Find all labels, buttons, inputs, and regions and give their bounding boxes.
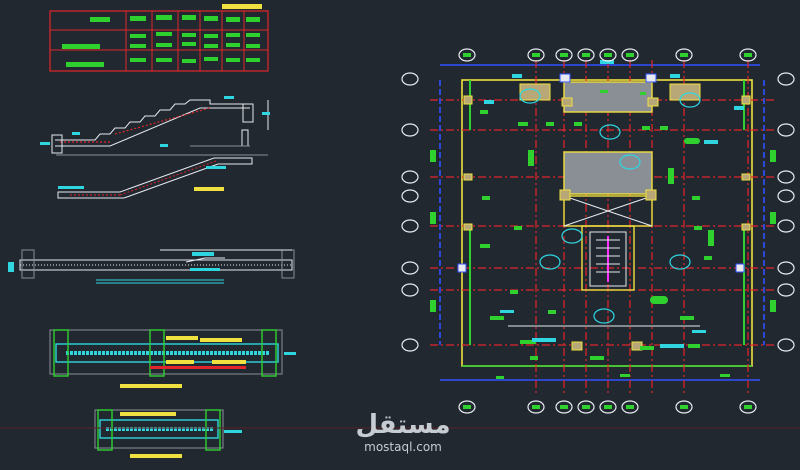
grid-bubbles-right	[777, 72, 795, 352]
grid-bubble-icon	[777, 72, 795, 86]
beam-elevation-detail	[8, 249, 295, 284]
grid-bubble-icon	[401, 123, 419, 137]
grid-bubble-icon	[401, 72, 419, 86]
cad-drawing-canvas[interactable]	[0, 0, 800, 470]
grid-bubble-icon	[401, 283, 419, 297]
grid-bubble-icon	[401, 170, 419, 184]
grid-bubble-icon	[401, 338, 419, 352]
stair-slab-detail	[57, 145, 253, 199]
grid-bubble-icon	[777, 338, 795, 352]
floor-plan	[430, 60, 776, 395]
watermark-latin: mostaql.com	[364, 440, 442, 454]
grid-bubble-icon	[777, 170, 795, 184]
grid-bubble-icon	[401, 261, 419, 275]
grid-bubble-icon	[777, 283, 795, 297]
grid-bubble-icon	[401, 189, 419, 203]
watermark: مستقل mostaql.com	[348, 410, 458, 454]
grid-bubble-icon	[777, 189, 795, 203]
grid-bubble-icon	[401, 219, 419, 233]
grid-bubble-icon	[777, 123, 795, 137]
beam-section-detail-2	[94, 409, 242, 458]
grid-bubble-icon	[777, 261, 795, 275]
schedule-table	[49, 4, 269, 72]
grid-bubbles-left	[401, 72, 419, 352]
grid-bubble-icon	[777, 219, 795, 233]
watermark-arabic: مستقل	[355, 410, 451, 440]
beam-section-detail-1	[49, 329, 296, 388]
